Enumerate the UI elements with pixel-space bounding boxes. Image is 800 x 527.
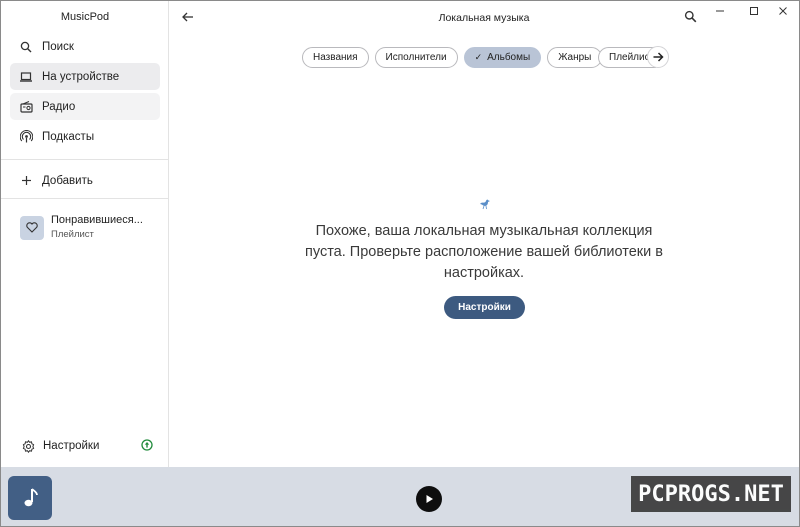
plus-icon <box>19 174 33 188</box>
playlist-subtitle: Плейлист <box>51 229 94 240</box>
chip-label: Плейлис <box>609 52 650 63</box>
sidebar-settings-button[interactable]: Настройки <box>21 439 99 453</box>
sidebar: MusicPod Поиск На устройстве Радио Подка… <box>1 1 169 467</box>
watermark: PCPROGS.NET <box>631 476 791 512</box>
playlist-liked[interactable]: Понравившиеся... Плейлист <box>20 214 143 241</box>
chip-label: Жанры <box>558 52 592 63</box>
gear-icon <box>21 439 35 453</box>
chip-genres[interactable]: Жанры <box>547 47 603 68</box>
maximize-icon <box>750 7 758 15</box>
laptop-icon <box>19 70 33 84</box>
settings-label: Настройки <box>43 440 100 452</box>
music-note-icon <box>24 488 38 507</box>
update-icon[interactable] <box>141 439 153 451</box>
chip-label: Названия <box>313 52 358 63</box>
sidebar-item-label: Подкасты <box>42 130 95 143</box>
chip-label: Исполнители <box>385 52 447 63</box>
bird-icon <box>480 199 490 210</box>
playlist-title: Понравившиеся... <box>51 214 143 226</box>
chip-label: Альбомы <box>487 52 531 63</box>
search-icon <box>19 40 33 54</box>
heart-icon <box>20 215 44 240</box>
app-window: MusicPod Поиск На устройстве Радио Подка… <box>0 0 800 527</box>
album-cover <box>8 476 52 520</box>
search-icon[interactable] <box>684 10 697 23</box>
play-icon <box>426 495 433 503</box>
sidebar-item-label: Радио <box>42 100 76 113</box>
minimize-button[interactable] <box>713 4 727 18</box>
sidebar-item-device[interactable]: На устройстве <box>10 63 160 90</box>
chip-titles[interactable]: Названия <box>302 47 369 68</box>
sidebar-item-search[interactable]: Поиск <box>10 33 160 60</box>
app-title: MusicPod <box>60 11 110 23</box>
maximize-button[interactable] <box>747 4 761 18</box>
sidebar-item-label: На устройстве <box>42 70 120 83</box>
add-label: Добавить <box>42 174 93 187</box>
back-arrow-icon[interactable] <box>181 10 195 24</box>
sidebar-item-podcasts[interactable]: Подкасты <box>10 123 160 150</box>
close-button[interactable] <box>776 4 790 18</box>
sidebar-item-radio[interactable]: Радио <box>10 93 160 120</box>
watermark-text: PCPROGS.NET <box>638 481 784 507</box>
play-button[interactable] <box>416 486 442 512</box>
chip-artists[interactable]: Исполнители <box>374 47 458 68</box>
add-button[interactable]: Добавить <box>10 167 160 194</box>
minimize-icon <box>716 10 724 12</box>
page-title: Локальная музыка <box>438 12 530 24</box>
sidebar-item-label: Поиск <box>42 40 74 53</box>
sidebar-divider <box>1 159 169 160</box>
chip-albums[interactable]: ✓ Альбомы <box>463 47 542 68</box>
filter-chips: Названия Исполнители ✓ Альбомы Жанры <box>302 47 608 69</box>
close-icon <box>779 7 787 15</box>
open-settings-button[interactable]: Настройки <box>444 296 525 319</box>
check-icon: ✓ <box>474 52 483 62</box>
empty-state-message: Похоже, ваша локальная музыкальная колле… <box>305 223 663 281</box>
sidebar-divider <box>1 198 169 199</box>
arrow-right-icon <box>653 52 664 62</box>
player-bar: PCPROGS.NET <box>1 467 799 526</box>
podcast-icon <box>19 130 33 144</box>
chips-scroll-right-button[interactable] <box>647 46 669 68</box>
radio-icon <box>19 100 33 114</box>
